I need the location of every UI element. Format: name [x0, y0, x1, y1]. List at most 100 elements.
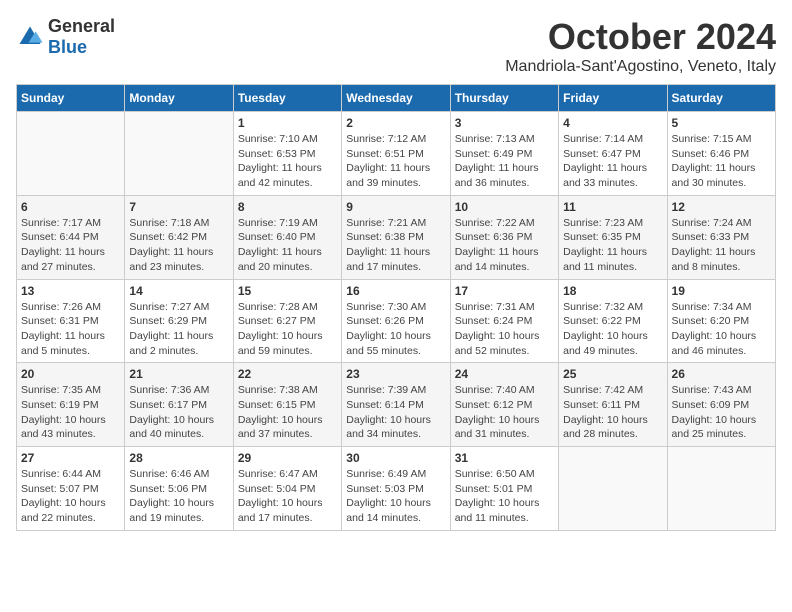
day-info: Sunrise: 7:31 AM Sunset: 6:24 PM Dayligh…	[455, 300, 554, 359]
calendar-cell: 27 Sunrise: 6:44 AM Sunset: 5:07 PM Dayli…	[17, 447, 125, 531]
calendar-week-5: 27 Sunrise: 6:44 AM Sunset: 5:07 PM Dayli…	[17, 447, 776, 531]
day-number: 20	[21, 367, 120, 381]
day-info: Sunrise: 7:32 AM Sunset: 6:22 PM Dayligh…	[563, 300, 662, 359]
day-info: Sunrise: 7:18 AM Sunset: 6:42 PM Dayligh…	[129, 216, 228, 275]
calendar-week-4: 20 Sunrise: 7:35 AM Sunset: 6:19 PM Dayli…	[17, 363, 776, 447]
weekday-header-thursday: Thursday	[450, 85, 558, 112]
day-info: Sunrise: 7:39 AM Sunset: 6:14 PM Dayligh…	[346, 383, 445, 442]
day-info: Sunrise: 7:10 AM Sunset: 6:53 PM Dayligh…	[238, 132, 337, 191]
weekday-header-friday: Friday	[559, 85, 667, 112]
day-number: 24	[455, 367, 554, 381]
location-title: Mandriola-Sant'Agostino, Veneto, Italy	[505, 58, 776, 76]
day-number: 26	[672, 367, 771, 381]
day-number: 17	[455, 284, 554, 298]
calendar-cell: 1 Sunrise: 7:10 AM Sunset: 6:53 PM Daylig…	[233, 112, 341, 196]
day-info: Sunrise: 7:34 AM Sunset: 6:20 PM Dayligh…	[672, 300, 771, 359]
calendar-cell: 5Sunrise: 7:15 AM Sunset: 6:46 PM Daylig…	[667, 112, 775, 196]
day-number: 2	[346, 116, 445, 130]
logo-text: General Blue	[48, 16, 115, 58]
calendar-cell: 13Sunrise: 7:26 AM Sunset: 6:31 PM Dayli…	[17, 279, 125, 363]
page-header: General Blue October 2024 Mandriola-Sant…	[16, 16, 776, 76]
day-number: 28	[129, 451, 228, 465]
logo-general: General	[48, 16, 115, 36]
calendar-cell: 8 Sunrise: 7:19 AM Sunset: 6:40 PM Daylig…	[233, 195, 341, 279]
calendar-cell: 12Sunrise: 7:24 AM Sunset: 6:33 PM Dayli…	[667, 195, 775, 279]
day-info: Sunrise: 6:44 AM Sunset: 5:07 PM Dayligh…	[21, 467, 120, 526]
day-number: 7	[129, 200, 228, 214]
calendar-cell	[125, 112, 233, 196]
day-number: 8	[238, 200, 337, 214]
day-info: Sunrise: 7:36 AM Sunset: 6:17 PM Dayligh…	[129, 383, 228, 442]
logo-icon	[16, 23, 44, 51]
calendar-cell: 22 Sunrise: 7:38 AM Sunset: 6:15 PM Dayli…	[233, 363, 341, 447]
weekday-header-monday: Monday	[125, 85, 233, 112]
day-info: Sunrise: 7:23 AM Sunset: 6:35 PM Dayligh…	[563, 216, 662, 275]
calendar-cell: 25Sunrise: 7:42 AM Sunset: 6:11 PM Dayli…	[559, 363, 667, 447]
day-info: Sunrise: 7:12 AM Sunset: 6:51 PM Dayligh…	[346, 132, 445, 191]
calendar-cell: 20 Sunrise: 7:35 AM Sunset: 6:19 PM Dayli…	[17, 363, 125, 447]
day-number: 29	[238, 451, 337, 465]
calendar-cell: 23 Sunrise: 7:39 AM Sunset: 6:14 PM Dayli…	[342, 363, 450, 447]
calendar-cell: 10 Sunrise: 7:22 AM Sunset: 6:36 PM Dayli…	[450, 195, 558, 279]
calendar-cell: 24Sunrise: 7:40 AM Sunset: 6:12 PM Dayli…	[450, 363, 558, 447]
calendar-cell: 4Sunrise: 7:14 AM Sunset: 6:47 PM Daylig…	[559, 112, 667, 196]
calendar-table: SundayMondayTuesdayWednesdayThursdayFrid…	[16, 84, 776, 531]
day-number: 15	[238, 284, 337, 298]
day-number: 14	[129, 284, 228, 298]
calendar-cell: 11 Sunrise: 7:23 AM Sunset: 6:35 PM Dayli…	[559, 195, 667, 279]
day-number: 6	[21, 200, 120, 214]
calendar-cell: 2 Sunrise: 7:12 AM Sunset: 6:51 PM Daylig…	[342, 112, 450, 196]
calendar-cell: 21 Sunrise: 7:36 AM Sunset: 6:17 PM Dayli…	[125, 363, 233, 447]
calendar-cell: 29Sunrise: 6:47 AM Sunset: 5:04 PM Dayli…	[233, 447, 341, 531]
day-number: 25	[563, 367, 662, 381]
logo: General Blue	[16, 16, 115, 58]
day-info: Sunrise: 7:35 AM Sunset: 6:19 PM Dayligh…	[21, 383, 120, 442]
day-number: 16	[346, 284, 445, 298]
day-number: 11	[563, 200, 662, 214]
calendar-cell: 30Sunrise: 6:49 AM Sunset: 5:03 PM Dayli…	[342, 447, 450, 531]
calendar-cell: 9 Sunrise: 7:21 AM Sunset: 6:38 PM Daylig…	[342, 195, 450, 279]
day-info: Sunrise: 7:15 AM Sunset: 6:46 PM Dayligh…	[672, 132, 771, 191]
day-number: 1	[238, 116, 337, 130]
weekday-header-row: SundayMondayTuesdayWednesdayThursdayFrid…	[17, 85, 776, 112]
calendar-cell: 16Sunrise: 7:30 AM Sunset: 6:26 PM Dayli…	[342, 279, 450, 363]
weekday-header-tuesday: Tuesday	[233, 85, 341, 112]
calendar-cell: 15 Sunrise: 7:28 AM Sunset: 6:27 PM Dayli…	[233, 279, 341, 363]
day-number: 27	[21, 451, 120, 465]
day-info: Sunrise: 7:17 AM Sunset: 6:44 PM Dayligh…	[21, 216, 120, 275]
day-number: 30	[346, 451, 445, 465]
title-block: October 2024 Mandriola-Sant'Agostino, Ve…	[505, 16, 776, 76]
day-number: 31	[455, 451, 554, 465]
day-number: 21	[129, 367, 228, 381]
calendar-cell: 28Sunrise: 6:46 AM Sunset: 5:06 PM Dayli…	[125, 447, 233, 531]
day-info: Sunrise: 7:21 AM Sunset: 6:38 PM Dayligh…	[346, 216, 445, 275]
calendar-cell: 26 Sunrise: 7:43 AM Sunset: 6:09 PM Dayli…	[667, 363, 775, 447]
calendar-cell: 31Sunrise: 6:50 AM Sunset: 5:01 PM Dayli…	[450, 447, 558, 531]
day-number: 22	[238, 367, 337, 381]
day-number: 12	[672, 200, 771, 214]
day-number: 18	[563, 284, 662, 298]
calendar-body: 1 Sunrise: 7:10 AM Sunset: 6:53 PM Daylig…	[17, 112, 776, 531]
day-number: 3	[455, 116, 554, 130]
day-number: 4	[563, 116, 662, 130]
day-number: 23	[346, 367, 445, 381]
day-number: 13	[21, 284, 120, 298]
day-number: 9	[346, 200, 445, 214]
calendar-cell	[17, 112, 125, 196]
calendar-cell: 18 Sunrise: 7:32 AM Sunset: 6:22 PM Dayli…	[559, 279, 667, 363]
month-title: October 2024	[505, 16, 776, 58]
calendar-cell: 17 Sunrise: 7:31 AM Sunset: 6:24 PM Dayli…	[450, 279, 558, 363]
day-info: Sunrise: 7:27 AM Sunset: 6:29 PM Dayligh…	[129, 300, 228, 359]
day-info: Sunrise: 7:22 AM Sunset: 6:36 PM Dayligh…	[455, 216, 554, 275]
day-number: 10	[455, 200, 554, 214]
calendar-cell: 6 Sunrise: 7:17 AM Sunset: 6:44 PM Daylig…	[17, 195, 125, 279]
calendar-week-2: 6 Sunrise: 7:17 AM Sunset: 6:44 PM Daylig…	[17, 195, 776, 279]
logo-blue: Blue	[48, 37, 87, 57]
weekday-header-wednesday: Wednesday	[342, 85, 450, 112]
day-info: Sunrise: 7:43 AM Sunset: 6:09 PM Dayligh…	[672, 383, 771, 442]
weekday-header-sunday: Sunday	[17, 85, 125, 112]
day-info: Sunrise: 7:38 AM Sunset: 6:15 PM Dayligh…	[238, 383, 337, 442]
day-info: Sunrise: 7:28 AM Sunset: 6:27 PM Dayligh…	[238, 300, 337, 359]
day-info: Sunrise: 7:19 AM Sunset: 6:40 PM Dayligh…	[238, 216, 337, 275]
calendar-week-3: 13Sunrise: 7:26 AM Sunset: 6:31 PM Dayli…	[17, 279, 776, 363]
